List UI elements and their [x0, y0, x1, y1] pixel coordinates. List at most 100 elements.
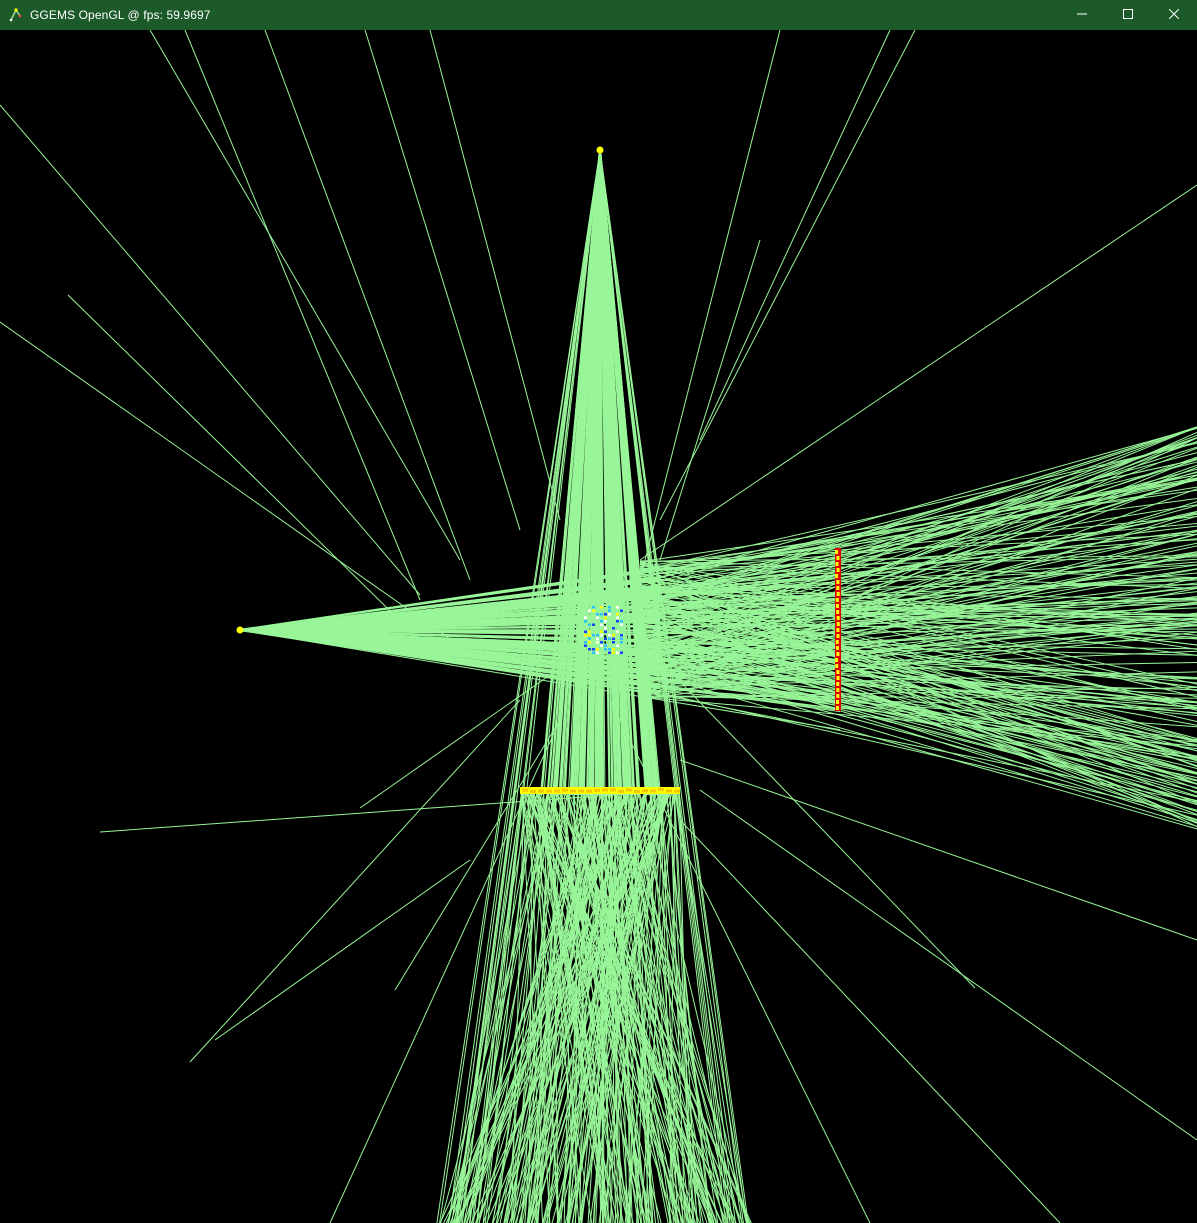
right-detector-hit — [836, 568, 840, 572]
phantom-voxel — [588, 637, 591, 640]
phantom-voxel — [600, 613, 603, 616]
phantom-voxel — [592, 651, 595, 654]
phantom-voxel — [592, 606, 595, 609]
phantom-voxel — [596, 634, 599, 637]
phantom-voxel — [600, 630, 603, 633]
right-detector-hit — [835, 640, 839, 644]
phantom-voxel — [620, 623, 623, 626]
phantom-voxel — [620, 634, 623, 637]
phantom-voxel — [620, 641, 623, 644]
window-controls — [1059, 0, 1197, 30]
phantom-voxel — [588, 609, 591, 612]
bottom-detector-hit — [562, 788, 568, 792]
stray-ray — [264, 30, 471, 581]
right-detector-hit — [836, 676, 840, 680]
bottom-detector-hit — [522, 788, 528, 792]
close-button[interactable] — [1151, 0, 1197, 30]
phantom-voxel — [604, 616, 607, 619]
right-detector-hit — [836, 700, 840, 704]
bottom-detector-hit — [618, 789, 624, 793]
minimize-icon — [1077, 6, 1087, 24]
right-detector-hit — [835, 664, 839, 668]
stray-ray — [189, 699, 521, 1063]
phantom-voxel — [620, 651, 623, 654]
scene-canvas — [0, 30, 1197, 1223]
maximize-button[interactable] — [1105, 0, 1151, 30]
right-detector-hit — [836, 622, 840, 626]
phantom-voxel — [596, 641, 599, 644]
right-detector-hit — [835, 598, 839, 602]
right-detector-hit — [836, 586, 840, 590]
phantom-voxel — [616, 616, 619, 619]
bottom-detector-hit — [674, 789, 680, 793]
bottom-detector-hit — [554, 789, 560, 793]
phantom-voxel — [608, 606, 611, 609]
bottom-detector-hit — [578, 789, 584, 793]
phantom-voxel — [616, 606, 619, 609]
phantom-voxel — [588, 648, 591, 651]
phantom-voxel — [596, 613, 599, 616]
phantom-voxel — [584, 644, 587, 647]
phantom-voxel — [592, 623, 595, 626]
phantom-voxel — [604, 613, 607, 616]
phantom-voxel — [616, 651, 619, 654]
bottom-detector-hit — [658, 788, 664, 792]
phantom-voxel — [612, 641, 615, 644]
phantom-voxel — [600, 620, 603, 623]
phantom-voxel — [600, 606, 603, 609]
top-source — [596, 146, 604, 154]
ggems-app-icon — [8, 7, 24, 23]
right-detector-hit — [836, 694, 840, 698]
phantom-voxel — [600, 644, 603, 647]
bottom-detector-hit — [634, 789, 640, 793]
phantom-voxel — [592, 609, 595, 612]
right-detector-hit — [835, 574, 839, 578]
phantom-voxel — [596, 616, 599, 619]
phantom-voxel — [612, 648, 615, 651]
right-detector-hit — [835, 658, 839, 662]
bottom-detector-hit — [666, 789, 672, 793]
stray-ray — [639, 30, 781, 581]
maximize-icon — [1123, 6, 1133, 24]
phantom-voxel — [584, 634, 587, 637]
stray-ray — [184, 30, 421, 601]
opengl-viewport[interactable] — [0, 30, 1197, 1223]
phantom-voxel — [604, 620, 607, 623]
right-detector-hit — [835, 562, 839, 566]
right-detector-hit — [836, 610, 840, 614]
right-detector-hit — [836, 652, 840, 656]
stray-ray — [639, 184, 1197, 561]
bottom-detector-hit — [594, 788, 600, 792]
phantom-voxel — [596, 637, 599, 640]
stray-ray — [67, 294, 431, 651]
phantom-voxel — [620, 637, 623, 640]
phantom-voxel — [616, 613, 619, 616]
right-detector-hit — [836, 688, 840, 692]
phantom-voxel — [620, 609, 623, 612]
minimize-button[interactable] — [1059, 0, 1105, 30]
close-icon — [1168, 6, 1180, 24]
right-detector-hit — [836, 682, 840, 686]
right-detector-hit — [835, 550, 839, 554]
phantom-voxel — [608, 613, 611, 616]
phantom-voxel — [584, 641, 587, 644]
phantom-voxel — [620, 620, 623, 623]
bottom-detector-hit — [650, 789, 656, 793]
title-bar[interactable]: GGEMS OpenGL @ fps: 59.9697 — [0, 0, 1197, 30]
phantom-voxel — [588, 623, 591, 626]
left-beam-ray — [639, 442, 1197, 572]
phantom-voxel — [584, 616, 587, 619]
bottom-detector-hit — [642, 789, 648, 793]
stray-ray — [659, 30, 916, 521]
phantom-voxel — [604, 630, 607, 633]
phantom-voxel — [588, 630, 591, 633]
phantom-voxel — [608, 634, 611, 637]
bottom-detector-hit — [610, 788, 616, 792]
left-source-beam — [239, 426, 1197, 830]
phantom-voxel — [612, 627, 615, 630]
phantom-voxel — [612, 637, 615, 640]
sources — [236, 146, 604, 634]
bottom-detector-hit — [586, 789, 592, 793]
stray-ray — [659, 239, 761, 561]
left-source — [236, 626, 244, 634]
